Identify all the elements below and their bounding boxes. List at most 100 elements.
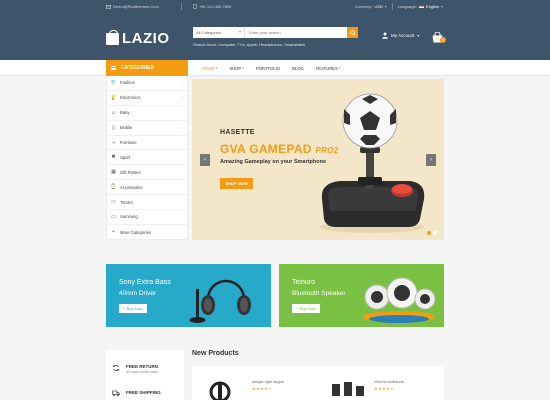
search-category-select[interactable]: All Categories (193, 27, 245, 38)
sidebar-item-accessories[interactable]: ⌚ Accessories (107, 180, 187, 196)
nav-item-portfolio[interactable]: PORTFOLIO (250, 60, 286, 76)
search-bar: All Categories (193, 27, 358, 38)
category-sidebar: 👕 Fashion › 💡 Electronics › ☺ Baby ▯ Mobile › ⑁… (106, 76, 188, 240)
sidebar-item-electronics[interactable]: 💡 Electronics › (107, 91, 187, 106)
categories-label: CATEGORIES (121, 65, 154, 71)
new-products-title: New Products (192, 350, 239, 357)
product-name[interactable]: Viverra sollicitudin (374, 380, 405, 384)
search-trend: Search trend: Computer, TVs, Apple, Head… (193, 42, 306, 47)
main-menu: HOME ▾ SHOP ▾ PORTFOLIO BLOG FEATURES ▾ (196, 60, 347, 76)
sidebar-item-label: Tomtro (120, 199, 133, 205)
chevron-right-icon: › (181, 125, 183, 131)
search-button[interactable] (347, 27, 358, 38)
sidebar-item-fashion[interactable]: 👕 Fashion › (107, 76, 187, 91)
nav-label: HOME (202, 65, 215, 71)
slider-prev-button[interactable]: ‹ (200, 154, 210, 166)
feature-free-return: FREE RETURN 30 days money back (112, 364, 158, 374)
categories-toggle[interactable]: CATEGORIES (106, 60, 188, 76)
slider-dot[interactable] (433, 231, 437, 235)
gift-icon: ▦ (111, 169, 116, 176)
promo-banner-sony[interactable]: Sony Extra Bass 40mm Driver + Buy Now (106, 264, 271, 327)
sidebar-item-gift-parties[interactable]: ▦ Gift Parties (107, 165, 187, 181)
product-image (332, 382, 364, 396)
mail-icon (106, 4, 111, 9)
top-bar: Demo@Rootthemes.Com +60 123 456 7899 Cur… (0, 0, 550, 14)
nav-item-features[interactable]: FEATURES ▾ (310, 60, 347, 76)
nav-label: SHOP (229, 65, 242, 71)
mobile-icon: ▯ (112, 124, 115, 131)
product-rating: ★★★★★ (252, 386, 273, 391)
product-image (209, 381, 231, 400)
gamepad-image (320, 93, 425, 233)
hero-subtitle: Amazing Gameplay on your Smartphone (220, 159, 327, 165)
chevron-down-icon: ▾ (441, 4, 444, 9)
hero-brand: HASETTE (220, 129, 255, 136)
sidebar-item-baby[interactable]: ☺ Baby (107, 106, 187, 121)
buy-now-button[interactable]: + Buy Now (119, 304, 147, 313)
product-name[interactable]: Integer eget augue (252, 380, 284, 384)
email-contact[interactable]: Demo@Rootthemes.Com (106, 4, 159, 9)
shopping-bag-icon (106, 29, 119, 45)
chevron-down-icon: ▾ (384, 4, 387, 9)
truck-icon (112, 390, 120, 397)
shirt-icon: 👕 (110, 79, 117, 86)
bulb-icon: 💡 (110, 94, 117, 101)
feature-title: FREE RETURN (126, 364, 159, 369)
sidebar-item-label: More Categories (120, 229, 151, 235)
sidebar-item-mobile[interactable]: ▯ Mobile › (107, 121, 187, 136)
chevron-down-icon: ▾ (242, 66, 244, 70)
phone-contact[interactable]: +60 123 456 7899 (193, 4, 231, 9)
product-rating: ★★★★★ (374, 386, 395, 391)
buy-now-button[interactable]: + Buy Now (292, 304, 320, 313)
nav-item-home[interactable]: HOME ▾ (196, 60, 223, 76)
slider-dot[interactable] (427, 231, 431, 235)
nav-item-shop[interactable]: SHOP ▾ (223, 60, 250, 76)
baby-icon: ☺ (110, 109, 117, 116)
sidebar-item-samsung[interactable]: ▭ Samsung (107, 210, 187, 225)
tv-icon: ▭ (111, 199, 116, 206)
promo-subtitle: 40mm Driver (119, 290, 157, 297)
sidebar-item-label: Sport (120, 154, 131, 160)
slider-dots (427, 231, 437, 235)
cart-button[interactable]: 0 (431, 30, 446, 43)
nav-label: FEATURES (315, 65, 338, 71)
chair-icon: ⑁ (111, 139, 115, 146)
hero-title-suffix: PRO2 (315, 146, 339, 155)
sidebar-item-tomtro[interactable]: ▭ Tomtro (107, 195, 187, 211)
feature-text: FREE RETURN 30 days money back (126, 364, 158, 374)
language-selector[interactable]: Language: English ▾ (398, 4, 443, 9)
phone-text: +60 123 456 7899 (199, 4, 232, 9)
sidebar-item-label: Fashion (120, 80, 135, 86)
search-input[interactable] (245, 27, 347, 38)
sidebar-item-more-categories[interactable]: + More Categories (107, 225, 187, 240)
nav-label: PORTFOLIO (255, 65, 281, 71)
feature-text: FREE SHIPPING (126, 390, 161, 397)
laptop-icon: ▭ (111, 213, 116, 220)
currency-value: USD (374, 4, 383, 9)
site-logo[interactable]: LAZIO (106, 29, 170, 47)
nav-item-blog[interactable]: BLOG (286, 60, 310, 76)
logo-text: LAZIO (122, 30, 170, 47)
sidebar-item-label: Mobile (120, 125, 133, 131)
speaker-image (363, 277, 436, 323)
nav-label: BLOG (292, 65, 304, 71)
features-box: FREE RETURN 30 days money back FREE SHIP… (106, 350, 184, 400)
topbar-divider (181, 3, 182, 10)
hero-title-main: GVA GAMEPAD (220, 142, 312, 156)
chevron-down-icon: ▾ (338, 66, 341, 70)
shop-now-button[interactable]: SHOP NOW (220, 178, 253, 189)
sidebar-item-sport[interactable]: ✖ Sport (107, 150, 187, 166)
sidebar-item-label: Baby (120, 110, 130, 116)
slider-next-button[interactable]: › (426, 154, 436, 166)
promo-banner-teinuro[interactable]: Teinuro Bluetooth Speaker + Buy Now (279, 264, 444, 327)
email-text: Demo@Rootthemes.Com (113, 4, 159, 9)
currency-selector[interactable]: Currency: USD ▾ (355, 4, 387, 9)
feature-title: FREE SHIPPING (126, 390, 161, 395)
sidebar-item-furniture[interactable]: ⑁ Furniture (107, 136, 187, 151)
refresh-icon (113, 365, 119, 371)
chevron-down-icon: ▾ (417, 33, 420, 38)
my-account-link[interactable]: My Account ▾ (382, 32, 419, 39)
sidebar-item-label: Accessories (120, 184, 143, 190)
sidebar-item-label: Gift Parties (120, 169, 141, 175)
chevron-right-icon: › (181, 95, 183, 101)
